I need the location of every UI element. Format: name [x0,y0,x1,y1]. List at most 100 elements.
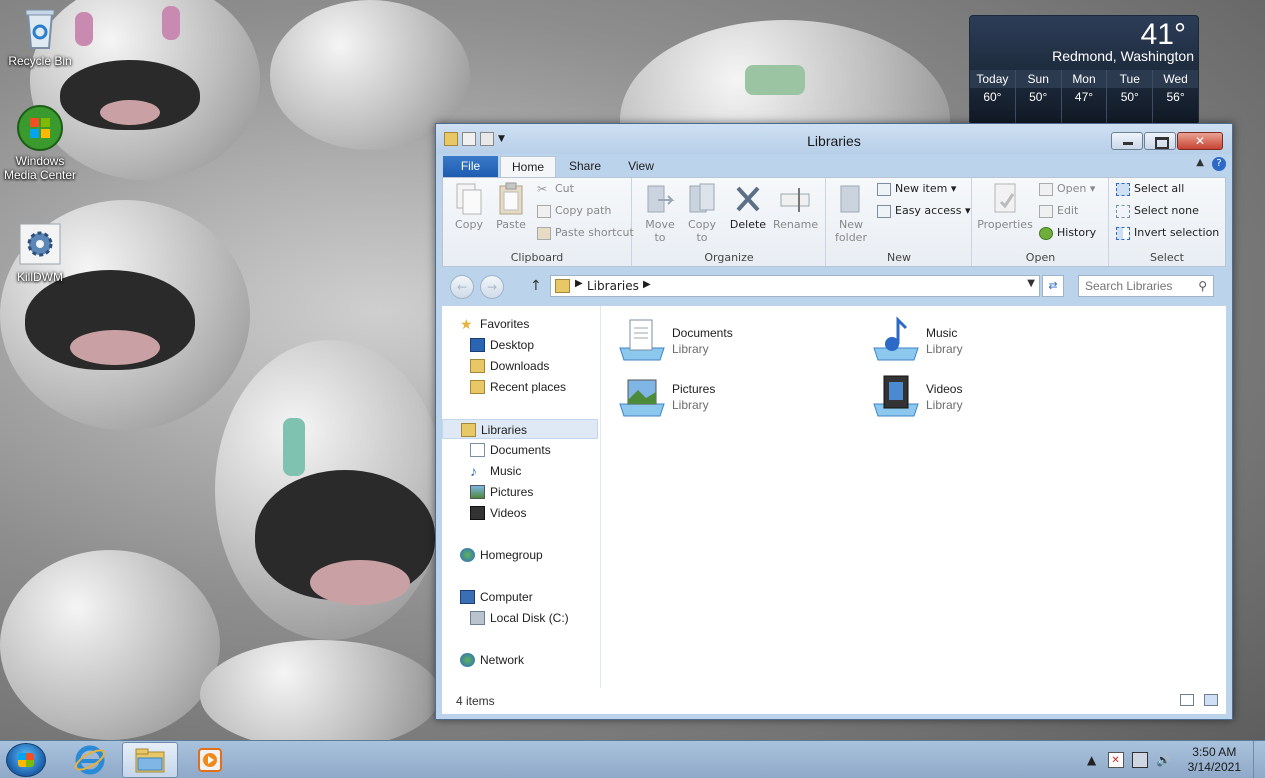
properties-button[interactable]: Properties [975,182,1035,231]
edit-button[interactable]: Edit [1037,202,1078,222]
clock-date: 3/14/2021 [1187,760,1241,774]
forecast-day: Tue 50° [1107,70,1154,124]
tab-home[interactable]: Home [500,156,556,178]
new-folder-button[interactable]: New folder [833,182,869,244]
forecast-day: Sun 50° [1015,70,1062,124]
desktop-icon-windows-media-center[interactable]: Windows Media Center [1,104,79,182]
help-icon[interactable]: ? [1212,157,1226,171]
show-desktop-button[interactable] [1253,741,1265,778]
chevron-down-icon[interactable]: ▼ [1027,278,1035,289]
select-all-button[interactable]: Select all [1114,180,1184,200]
nav-item-videos[interactable]: Videos [468,503,526,523]
select-none-icon [1116,205,1130,218]
list-item[interactable]: Music Library [856,310,1096,362]
nav-item-libraries[interactable]: Libraries [442,419,598,439]
start-button[interactable] [6,743,46,777]
chevron-up-icon[interactable]: ▲ [1084,752,1100,768]
nav-item-documents[interactable]: Documents [468,440,551,460]
refresh-button[interactable]: ⇄ [1042,275,1064,297]
search-input[interactable] [1085,279,1189,293]
select-none-button[interactable]: Select none [1114,202,1199,222]
close-button[interactable] [1177,132,1223,150]
taskbar-file-explorer[interactable] [122,742,178,778]
nav-item-network[interactable]: Network [458,650,524,670]
nav-item-downloads[interactable]: Downloads [468,356,549,376]
chevron-right-icon[interactable]: ▶ [575,278,583,289]
list-item[interactable]: Documents Library [602,310,842,362]
search-box[interactable]: ⚲ [1078,275,1214,297]
collapse-ribbon-icon[interactable]: ▲ [1196,157,1204,168]
nav-item-local-disk[interactable]: Local Disk (C:) [468,608,569,628]
move-to-button[interactable]: Move to [643,182,677,244]
nav-item-homegroup[interactable]: Homegroup [458,545,543,565]
copy-path-button[interactable]: Copy path [535,202,611,222]
tab-file[interactable]: File [443,156,498,177]
delete-button[interactable]: Delete [729,182,767,231]
easy-access-button[interactable]: Easy access ▾ [875,202,971,222]
tab-share[interactable]: Share [560,156,610,177]
paste-shortcut-button[interactable]: Paste shortcut [535,224,634,244]
taskbar-internet-explorer[interactable] [62,742,118,778]
ribbon: Copy Paste ✂ Cut Copy path Paste shortcut… [442,177,1226,267]
title-bar[interactable]: ▼ Libraries [436,124,1232,154]
copy-to-button[interactable]: Copy to [685,182,719,244]
clock[interactable]: 3:50 AM 3/14/2021 [1188,745,1241,775]
gear-icon [16,220,64,268]
properties-icon [989,182,1021,216]
forward-button[interactable]: → [480,275,504,299]
nav-item-favorites[interactable]: ★ Favorites [458,314,529,334]
address-field[interactable]: ▶ Libraries ▶ ▼ [550,275,1040,297]
nav-item-computer[interactable]: Computer [458,587,533,607]
documents-library-icon [618,316,666,362]
pictures-icon [470,485,485,499]
scissors-icon: ✂ [537,182,548,196]
back-button[interactable]: ← [450,275,474,299]
maximize-button[interactable] [1144,132,1176,150]
taskbar-media-player[interactable] [182,742,238,778]
organize-group: Move to Copy to Delete Rename Organize [633,178,826,266]
paste-button[interactable]: Paste [491,182,531,231]
computer-icon [460,590,475,604]
up-arrow-icon[interactable]: ↑ [530,278,542,294]
nav-item-music[interactable]: ♪ Music [468,461,521,481]
desktop-icon-killdwm[interactable]: KillDWM [1,220,79,284]
copy-path-icon [537,205,551,218]
history-button[interactable]: History [1037,224,1096,244]
tab-view[interactable]: View [618,156,664,177]
action-center-icon[interactable]: ✕ [1107,752,1124,768]
minimize-button[interactable] [1111,132,1143,150]
breadcrumb[interactable]: Libraries [587,279,639,293]
weather-gadget[interactable]: 41° Redmond, Washington Today 60° Sun 50° … [969,15,1199,125]
music-library-icon [872,316,920,362]
new-item-icon [877,183,891,196]
search-icon[interactable]: ⚲ [1198,279,1207,293]
volume-icon[interactable]: 🔊 [1156,752,1172,768]
desktop-icon-recycle-bin[interactable]: Recycle Bin [1,4,79,68]
list-item[interactable]: Videos Library [856,366,1096,418]
list-item[interactable]: Pictures Library [602,366,842,418]
group-label: New [887,251,911,264]
desktop-icon [470,338,485,352]
new-item-button[interactable]: New item ▾ [875,180,956,200]
explorer-window[interactable]: ▼ Libraries File Home Share View ▲ ? Cop… [435,123,1233,720]
recent-places-icon [470,380,485,394]
invert-selection-button[interactable]: Invert selection [1114,224,1219,244]
status-bar: 4 items [442,688,1226,714]
open-button[interactable]: Open ▾ [1037,180,1095,200]
rename-button[interactable]: Rename [773,182,818,231]
large-icons-view-icon[interactable] [1204,694,1218,706]
desktop-icon-label: Windows Media Center [3,154,77,182]
desktop-icon-label: KillDWM [17,270,63,284]
downloads-icon [470,359,485,373]
chevron-right-icon[interactable]: ▶ [643,279,651,290]
nav-item-recent-places[interactable]: Recent places [468,377,566,397]
network-icon[interactable] [1131,752,1148,768]
group-label: Clipboard [510,251,564,264]
details-view-icon[interactable] [1180,694,1194,706]
nav-item-pictures[interactable]: Pictures [468,482,533,502]
open-icon [1039,183,1053,196]
cut-button[interactable]: ✂ Cut [535,180,574,200]
nav-item-desktop[interactable]: Desktop [468,335,534,355]
copy-button[interactable]: Copy [449,182,489,231]
folder-icon [135,748,165,773]
